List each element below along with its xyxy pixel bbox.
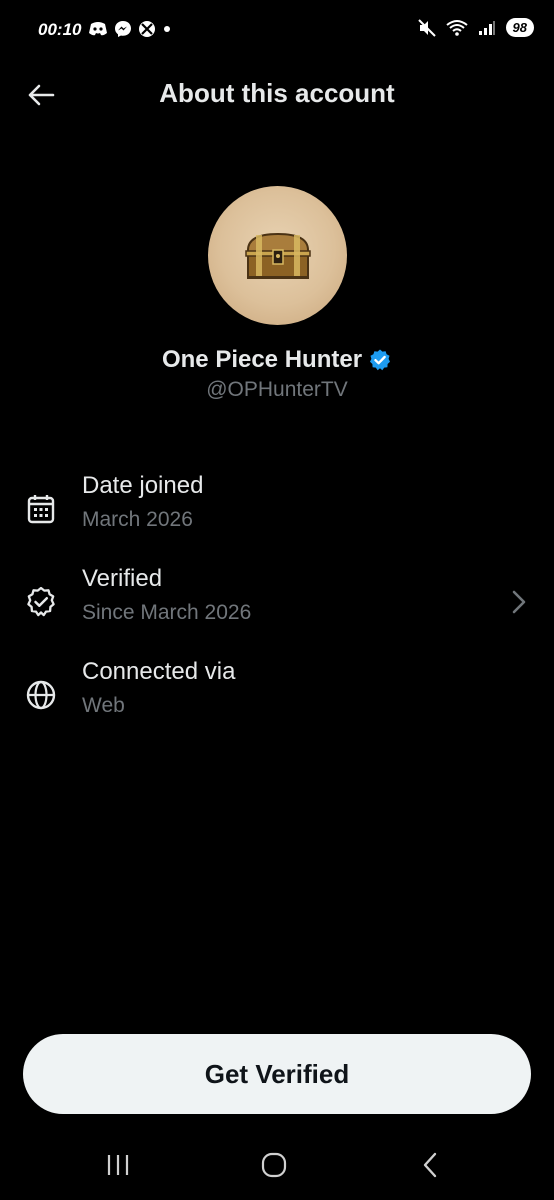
status-right-icons: 98 (417, 18, 534, 37)
messenger-icon (115, 21, 131, 37)
avatar[interactable] (208, 186, 347, 325)
home-button[interactable] (254, 1145, 294, 1185)
status-time: 00:10 (38, 20, 82, 39)
verified-badge-icon (370, 349, 391, 371)
info-value: March 2026 (82, 508, 193, 531)
discord-icon (89, 22, 107, 36)
home-icon (261, 1152, 287, 1178)
chevron-left-icon (423, 1152, 437, 1178)
nav-back-button[interactable] (410, 1145, 450, 1185)
profile-name: One Piece Hunter (161, 346, 363, 373)
info-row-verified[interactable]: Verified Since March 2026 (0, 565, 554, 645)
status-left-icons (88, 20, 172, 38)
info-value: Since March 2026 (82, 601, 252, 624)
recent-apps-icon (107, 1155, 129, 1175)
info-row-connected-via: Connected via Web (0, 658, 554, 738)
profile-name-row: One Piece Hunter (0, 346, 554, 374)
recent-apps-button[interactable] (98, 1145, 138, 1185)
info-label: Verified (82, 565, 163, 592)
mute-icon (417, 18, 436, 37)
verified-outline-icon (27, 586, 55, 617)
get-verified-button[interactable]: Get Verified (23, 1034, 531, 1114)
dot-icon (164, 26, 170, 32)
info-row-date-joined: Date joined March 2026 (0, 472, 554, 552)
wifi-icon (445, 19, 468, 36)
globe-icon (26, 680, 56, 710)
calendar-icon (27, 495, 55, 524)
info-value: Web (82, 694, 125, 717)
page-title: About this account (159, 78, 395, 108)
signal-icon (478, 20, 495, 35)
chevron-right-icon (512, 590, 526, 614)
battery-level: 98 (505, 18, 534, 37)
profile-handle: @OPHunterTV (206, 378, 348, 401)
info-label: Connected via (82, 658, 236, 685)
xbox-icon (139, 21, 155, 37)
treasure-chest-icon (244, 232, 311, 279)
info-label: Date joined (82, 472, 204, 499)
